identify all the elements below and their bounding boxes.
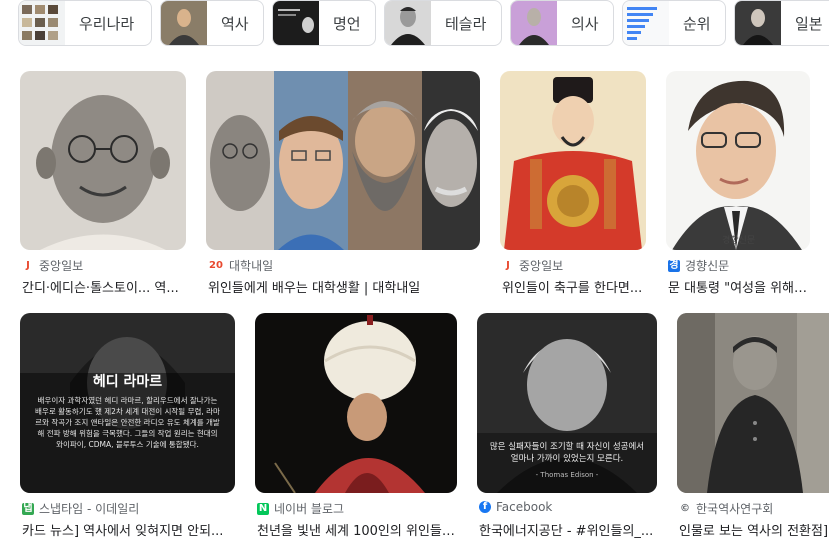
result-source[interactable]: 냅 스냅타임 - 이데일리	[22, 500, 139, 517]
result-image[interactable]: 헤디 라마르 배우이자 과학자였던 헤디 라마르, 할리우드에서 잘나가는 배우…	[20, 313, 235, 493]
chip-label: 의사	[571, 14, 599, 33]
source-name: 한국역사연구회	[696, 502, 774, 516]
image-caption: 경향신문	[722, 236, 756, 246]
joongang-favicon-icon: J	[506, 259, 510, 271]
chip-korea[interactable]: 우리나라	[18, 0, 152, 46]
ranking-chart-thumbnail	[623, 1, 669, 45]
chip-label: 순위	[683, 14, 711, 33]
source-name: 네이버 블로그	[274, 502, 345, 516]
copyright-favicon-icon: ©	[680, 502, 690, 514]
portrait-thumbnail	[161, 1, 207, 45]
result-card[interactable]: N 네이버 블로그 천년을 빛낸 세계 100인의 위인들 ...	[255, 313, 457, 546]
chip-label: 명언	[333, 14, 361, 33]
chip-japan[interactable]: 일본	[734, 0, 829, 46]
result-image[interactable]: 경향신문	[666, 71, 810, 250]
result-card[interactable]: 20 대학내일 위인들에게 배우는 대학생활 | 대학내일	[206, 71, 480, 296]
kyunghyang-favicon-icon: 경	[668, 259, 680, 272]
chip-label: 테슬라	[445, 14, 487, 33]
result-image[interactable]	[677, 313, 829, 493]
source-name: 스냅타임 - 이데일리	[39, 502, 140, 516]
univ-tomorrow-favicon-icon: 20	[209, 259, 223, 271]
result-title[interactable]: 한국에너지공단 - #위인들의_...	[479, 520, 657, 539]
result-source[interactable]: 경 경향신문	[668, 257, 729, 274]
doctor-portrait-thumbnail	[511, 1, 557, 45]
joongang-favicon-icon: J	[26, 259, 30, 271]
chip-history[interactable]: 역사	[160, 0, 264, 46]
overlay-body: 배우이자 과학자였던 헤디 라마르, 할리우드에서 잘나가는 배우로 활동하기도…	[35, 396, 220, 449]
related-search-chips: 우리나라 역사 명언 테슬라 의사 순위 일본	[0, 0, 829, 50]
overlay-quote: 많은 실패자들이 조기할 때 자신이 성공에서 얼마나 가까이 있었는지 모른다…	[489, 442, 645, 464]
result-card[interactable]: © 한국역사연구회 인물로 보는 역사의 전환점]	[677, 313, 829, 546]
result-image[interactable]	[500, 71, 646, 250]
chip-label: 일본	[795, 14, 823, 33]
result-card[interactable]: 많은 실패자들이 조기할 때 자신이 성공에서 얼마나 가까이 있었는지 모른다…	[477, 313, 657, 546]
result-title[interactable]: 간디·에디슨·톨스토이... 역...	[22, 277, 186, 296]
result-image[interactable]: 많은 실패자들이 조기할 때 자신이 성공에서 얼마나 가까이 있었는지 모른다…	[477, 313, 657, 493]
result-source[interactable]: J 중앙일보	[502, 257, 563, 274]
tesla-portrait-thumbnail	[385, 1, 431, 45]
quote-card-thumbnail	[273, 1, 319, 45]
chip-doctor[interactable]: 의사	[510, 0, 614, 46]
result-card[interactable]: 헤디 라마르 배우이자 과학자였던 헤디 라마르, 할리우드에서 잘나가는 배우…	[20, 313, 235, 546]
result-title[interactable]: 인물로 보는 역사의 전환점]	[679, 520, 829, 539]
result-image[interactable]	[206, 71, 480, 250]
naver-blog-favicon-icon: N	[257, 502, 269, 515]
result-title[interactable]: 카드 뉴스] 역사에서 잊혀지면 안되...	[22, 520, 235, 539]
chip-tesla[interactable]: 테슬라	[384, 0, 502, 46]
overlay-attribution: - Thomas Edison -	[535, 471, 599, 479]
result-card[interactable]: J 중앙일보 간디·에디슨·톨스토이... 역...	[20, 71, 186, 296]
result-source[interactable]: 20 대학내일	[208, 257, 273, 274]
result-card[interactable]: J 중앙일보 위인들이 축구를 한다면...	[500, 71, 646, 296]
result-source[interactable]: f Facebook	[479, 500, 552, 514]
result-title[interactable]: 위인들이 축구를 한다면...	[502, 277, 646, 296]
source-name: Facebook	[496, 500, 553, 514]
chip-ranking[interactable]: 순위	[622, 0, 726, 46]
chip-label: 역사	[221, 14, 249, 33]
result-source[interactable]: J 중앙일보	[22, 257, 83, 274]
snaptime-favicon-icon: 냅	[22, 502, 34, 515]
source-name: 대학내일	[229, 259, 274, 273]
overlay-title: 헤디 라마르	[92, 374, 163, 390]
chip-label: 우리나라	[79, 14, 135, 33]
result-card[interactable]: 경향신문 경 경향신문 문 대통령 "여성을 위해 ...	[666, 71, 810, 296]
source-name: 중앙일보	[39, 259, 84, 273]
result-image[interactable]	[255, 313, 457, 493]
facebook-favicon-icon: f	[479, 501, 491, 513]
result-title[interactable]: 위인들에게 배우는 대학생활 | 대학내일	[208, 277, 480, 296]
result-source[interactable]: N 네이버 블로그	[257, 500, 344, 517]
chip-quotes[interactable]: 명언	[272, 0, 376, 46]
source-name: 경향신문	[685, 259, 730, 273]
result-title[interactable]: 문 대통령 "여성을 위해 ...	[668, 277, 810, 296]
result-source[interactable]: © 한국역사연구회	[679, 500, 773, 517]
source-name: 중앙일보	[519, 259, 564, 273]
result-title[interactable]: 천년을 빛낸 세계 100인의 위인들 ...	[257, 520, 457, 539]
result-image[interactable]	[20, 71, 186, 250]
world-map-thumbnail	[19, 1, 65, 45]
portrait-thumbnail	[735, 1, 781, 45]
